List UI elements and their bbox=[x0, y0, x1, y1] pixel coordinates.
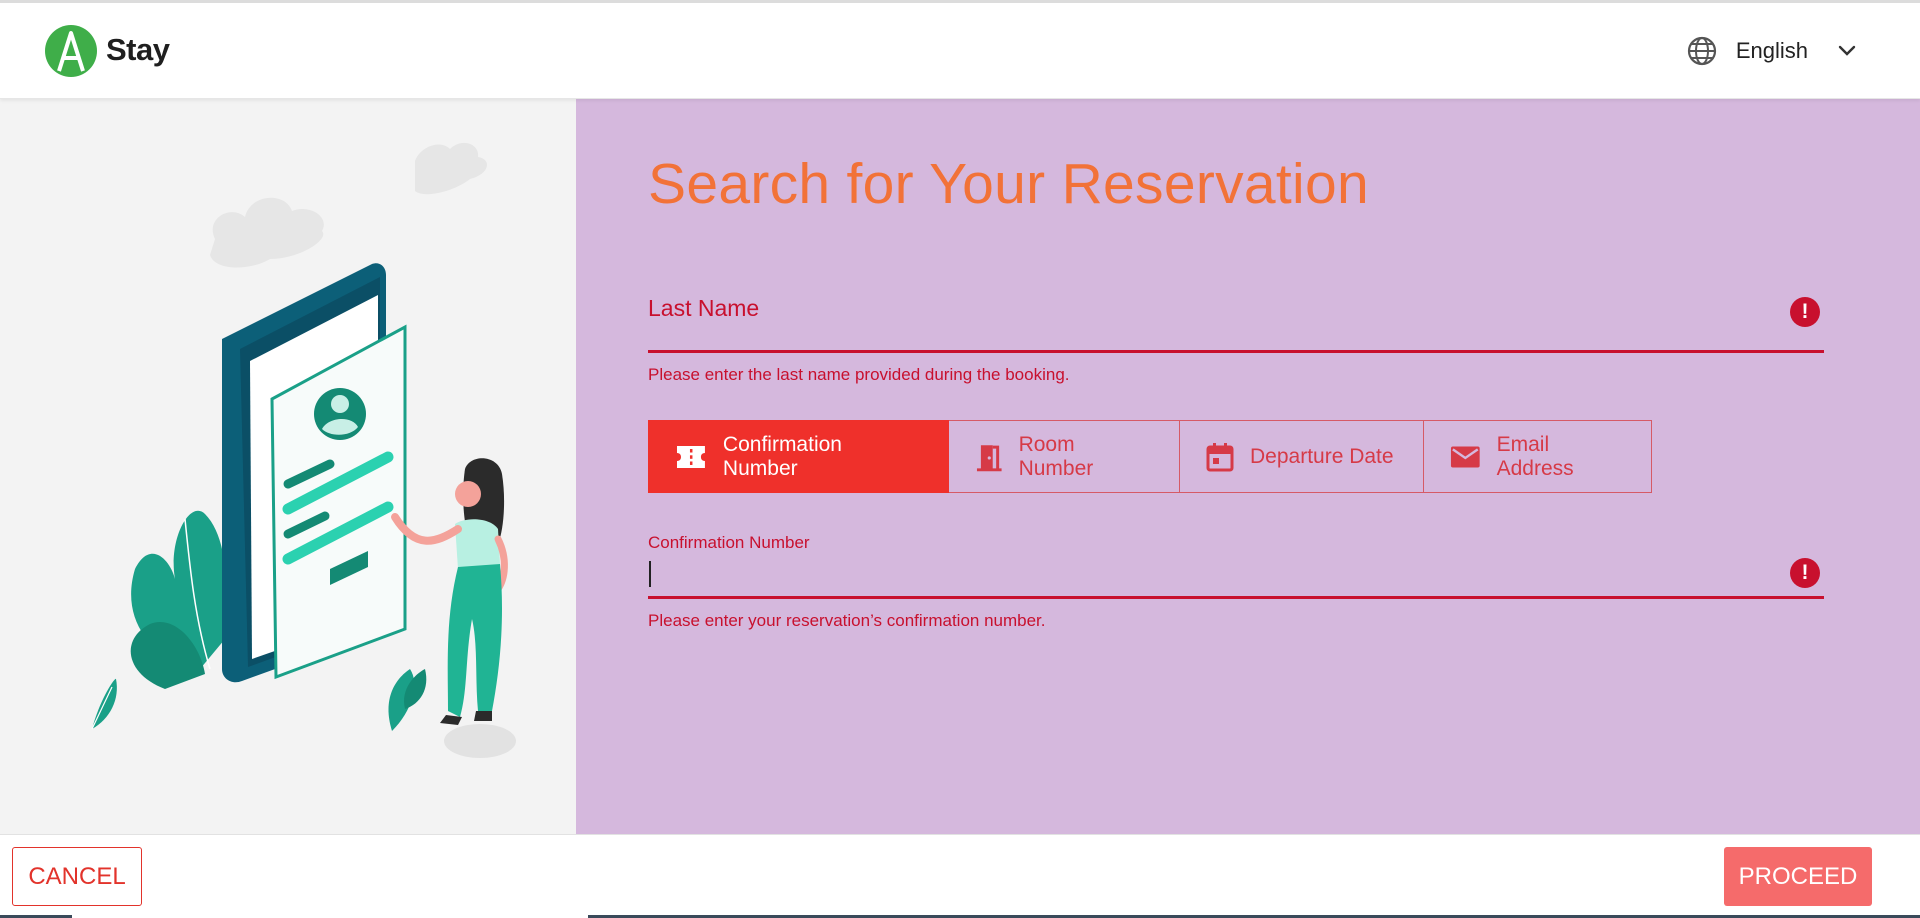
tab-label: Departure Date bbox=[1250, 444, 1394, 468]
tab-departure-date[interactable]: Departure Date bbox=[1180, 420, 1424, 493]
tab-label: Room Number bbox=[1018, 432, 1094, 480]
brand-name: Stay bbox=[106, 32, 170, 67]
app-logo bbox=[45, 25, 97, 77]
search-form-panel: Search for Your Reservation Last Name ! … bbox=[576, 99, 1920, 834]
tab-label: Email Address bbox=[1496, 432, 1574, 480]
door-icon bbox=[976, 444, 1002, 471]
action-footer: CANCEL PROCEED bbox=[0, 834, 1920, 918]
text-caret bbox=[649, 561, 651, 587]
last-name-label: Last Name bbox=[648, 295, 760, 321]
globe-icon bbox=[1687, 36, 1716, 66]
page-title: Search for Your Reservation bbox=[648, 152, 1370, 216]
language-label: English bbox=[1735, 38, 1808, 63]
tab-room-number[interactable]: Room Number bbox=[949, 420, 1180, 493]
illustration-panel bbox=[0, 99, 576, 834]
chevron-down-icon[interactable] bbox=[1836, 40, 1858, 62]
tab-confirmation-number[interactable]: Confirmation Number bbox=[648, 420, 949, 493]
proceed-button[interactable]: PROCEED bbox=[1724, 847, 1872, 906]
tab-label: Confirmation Number bbox=[722, 432, 842, 480]
last-name-field[interactable]: Last Name ! bbox=[648, 289, 1824, 353]
exclamation-icon: ! bbox=[1790, 297, 1820, 327]
confirmation-number-label: Confirmation Number bbox=[648, 533, 810, 552]
app-header: Stay English bbox=[0, 3, 1920, 99]
cancel-button[interactable]: CANCEL bbox=[12, 847, 142, 906]
language-selector[interactable]: English bbox=[1686, 31, 1858, 71]
calendar-icon bbox=[1206, 442, 1234, 471]
ticket-icon bbox=[676, 445, 705, 468]
phone-person-illustration bbox=[91, 142, 516, 758]
exclamation-icon: ! bbox=[1790, 558, 1820, 588]
confirmation-number-input[interactable] bbox=[648, 560, 1748, 590]
tab-email-address[interactable]: Email Address bbox=[1424, 420, 1652, 493]
confirmation-number-field[interactable]: Confirmation Number ! bbox=[648, 530, 1824, 599]
search-method-tabs: Confirmation Number Room Number Departur… bbox=[648, 420, 1652, 493]
confirmation-number-error-text: Please enter your reservation’s confirma… bbox=[648, 611, 1046, 630]
last-name-error-text: Please enter the last name provided duri… bbox=[648, 365, 1070, 384]
mail-icon bbox=[1450, 445, 1480, 468]
